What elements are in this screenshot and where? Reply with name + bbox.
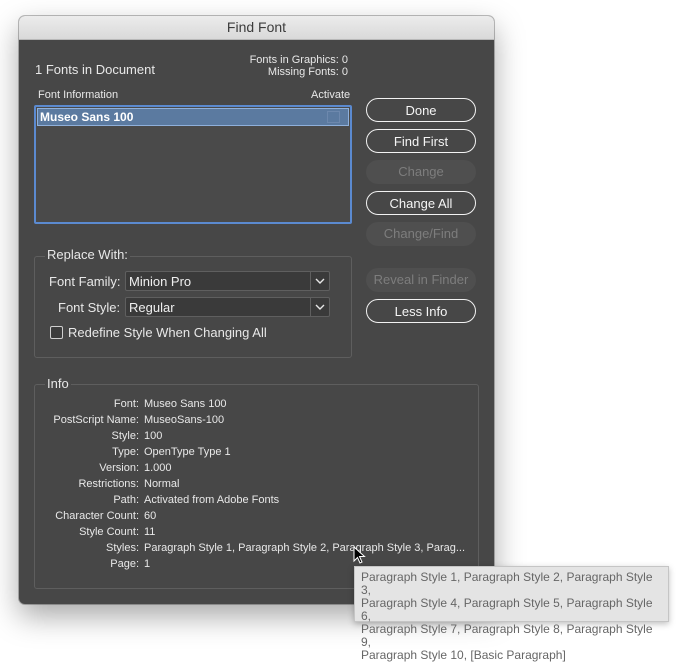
dialog-title: Find Font xyxy=(19,16,494,40)
tooltip-line: Paragraph Style 4, Paragraph Style 5, Pa… xyxy=(361,596,653,623)
font-list-row[interactable]: Museo Sans 100 xyxy=(37,108,349,126)
missing-fonts-label: Missing Fonts: 0 xyxy=(267,66,348,78)
info-style-count-value: 11 xyxy=(144,526,156,538)
replace-with-title: Replace With: xyxy=(45,247,130,262)
font-family-label: Font Family: xyxy=(49,274,121,289)
styles-tooltip: Paragraph Style 1, Paragraph Style 2, Pa… xyxy=(354,566,669,662)
info-style-label: Style: xyxy=(111,430,139,442)
info-page-value: 1 xyxy=(144,558,151,570)
info-restrictions-label: Restrictions: xyxy=(78,478,139,490)
tooltip-line: Paragraph Style 10, [Basic Paragraph] xyxy=(361,648,566,662)
fonts-in-graphics-label: Fonts in Graphics: 0 xyxy=(249,54,348,66)
fonts-in-document-label: 1 Fonts in Document xyxy=(35,62,155,77)
font-style-label: Font Style: xyxy=(58,300,121,315)
redefine-style-label: Redefine Style When Changing All xyxy=(68,325,267,340)
change-find-button[interactable]: Change/Find xyxy=(366,222,476,246)
info-character-count-value: 60 xyxy=(144,510,157,522)
font-family-select[interactable]: Minion Pro xyxy=(125,271,330,291)
redefine-style-checkbox[interactable] xyxy=(50,326,63,339)
font-row-name: Museo Sans 100 xyxy=(40,110,134,124)
change-all-button[interactable]: Change All xyxy=(366,191,476,215)
tooltip-line: Paragraph Style 1, Paragraph Style 2, Pa… xyxy=(361,570,653,597)
info-page-label: Page: xyxy=(110,558,139,570)
activate-header: Activate xyxy=(311,89,351,101)
info-font-label: Font: xyxy=(113,398,139,410)
info-style-value: 100 xyxy=(144,430,163,442)
font-style-value: Regular xyxy=(129,300,175,315)
font-information-header: Font Information xyxy=(38,89,119,101)
info-character-count-label: Character Count: xyxy=(55,510,139,522)
find-first-button[interactable]: Find First xyxy=(366,129,476,153)
info-title: Info xyxy=(45,376,71,391)
reveal-in-finder-button[interactable]: Reveal in Finder xyxy=(366,268,476,292)
info-type-value: OpenType Type 1 xyxy=(144,446,231,458)
font-list[interactable]: Museo Sans 100 xyxy=(34,105,352,224)
info-path-value: Activated from Adobe Fonts xyxy=(144,494,280,506)
chevron-down-icon[interactable] xyxy=(310,272,329,290)
info-font-value: Museo Sans 100 xyxy=(144,398,227,410)
info-version-value: 1.000 xyxy=(144,462,172,474)
change-button[interactable]: Change xyxy=(366,160,476,184)
info-styles-value[interactable]: Paragraph Style 1, Paragraph Style 2, Pa… xyxy=(144,542,465,554)
font-family-value: Minion Pro xyxy=(129,274,192,289)
info-labels: Font: PostScript Name: Style: Type: Vers… xyxy=(19,398,139,578)
info-type-label: Type: xyxy=(112,446,139,458)
done-button[interactable]: Done xyxy=(366,98,476,122)
find-font-dialog: Find Font 1 Fonts in Document Fonts in G… xyxy=(19,16,494,604)
less-info-button[interactable]: Less Info xyxy=(366,299,476,323)
mouse-pointer-icon xyxy=(353,546,366,564)
info-restrictions-value: Normal xyxy=(144,478,180,490)
chevron-down-icon[interactable] xyxy=(310,298,329,316)
info-styles-label: Styles: xyxy=(105,542,139,554)
info-postscript-label: PostScript Name: xyxy=(53,414,139,426)
tooltip-line: Paragraph Style 7, Paragraph Style 8, Pa… xyxy=(361,622,653,649)
info-path-label: Path: xyxy=(113,494,139,506)
activate-checkbox[interactable] xyxy=(327,111,340,123)
info-version-label: Version: xyxy=(99,462,139,474)
font-style-select[interactable]: Regular xyxy=(125,297,330,317)
info-style-count-label: Style Count: xyxy=(79,526,139,538)
info-postscript-value: MuseoSans-100 xyxy=(144,414,225,426)
